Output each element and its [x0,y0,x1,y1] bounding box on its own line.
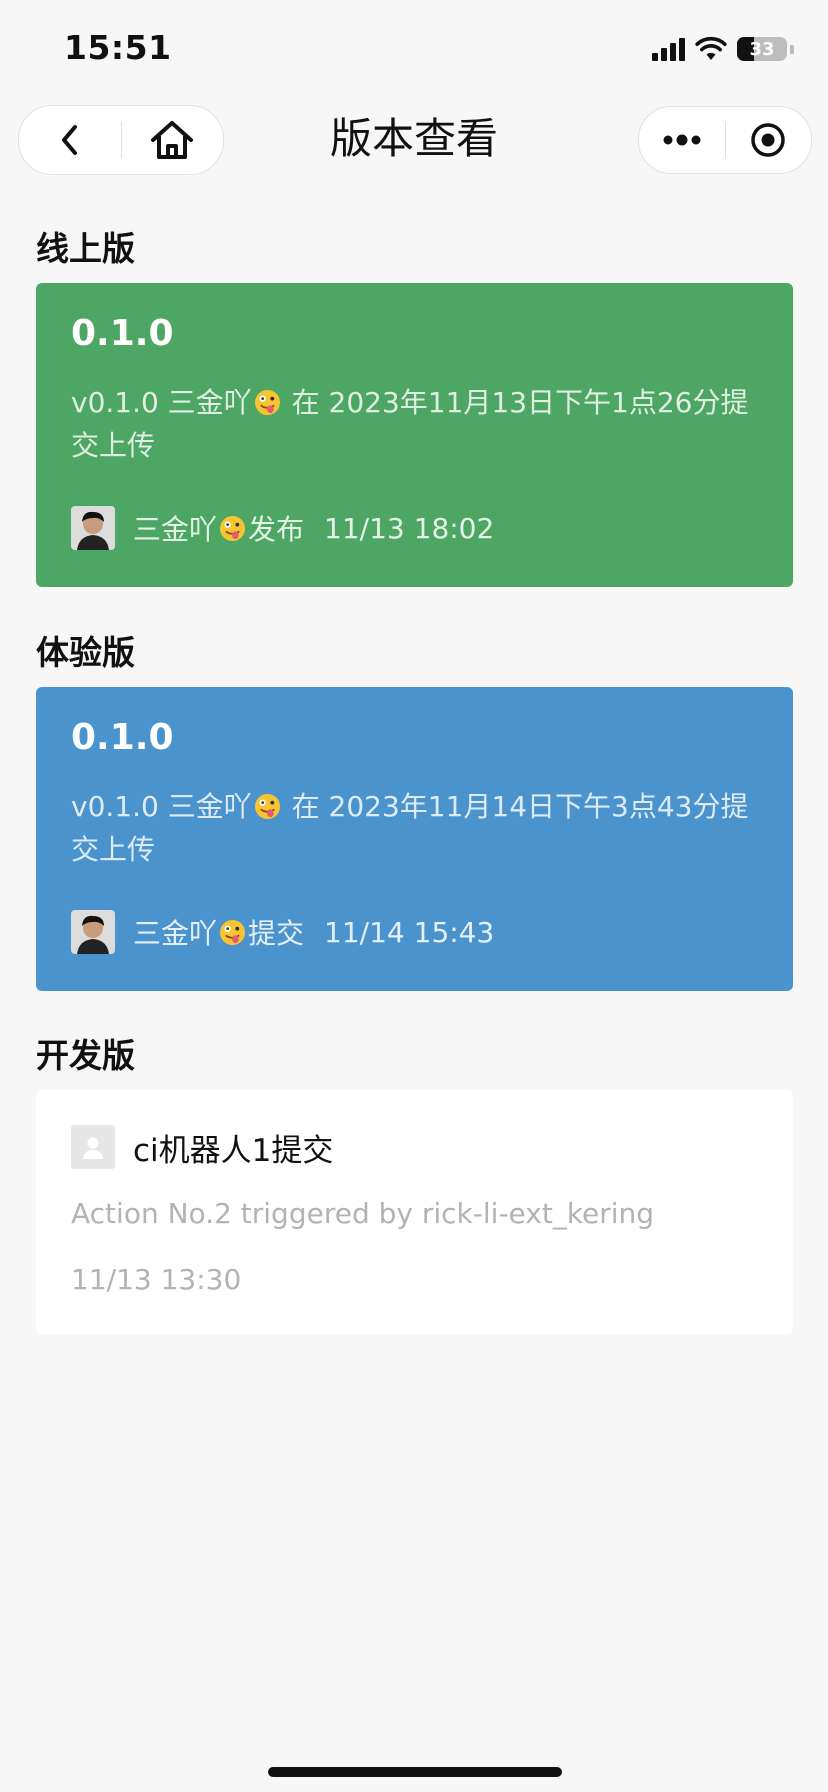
dev-version-name: ci机器人1提交 [133,1132,334,1169]
nav-capsule-right [638,106,812,174]
trial-version-number: 0.1.0 [71,717,174,758]
close-target-icon [751,123,785,157]
battery-level: 33 [749,38,775,60]
signal-icon [652,37,685,61]
online-version-number: 0.1.0 [71,313,174,354]
online-footer-time: 11/13 18:02 [324,511,495,545]
online-footer-user: 三金吖 [133,513,218,546]
avatar [71,506,115,550]
trial-footer-user: 三金吖 [133,917,218,950]
trial-version-card[interactable]: 0.1.0 v0.1.0 三金吖 在 2023年11月14日下午3点43分提交上… [36,687,793,991]
trial-version-desc: v0.1.0 三金吖 在 2023年11月14日下午3点43分提交上传 [71,785,761,871]
battery-icon: 33 [737,37,787,61]
tongue-emoji-icon [219,515,246,541]
close-miniprogram-button[interactable] [726,107,812,173]
dev-version-action: Action No.2 triggered by rick-li-ext_ker… [71,1197,655,1230]
status-time: 15:51 [64,28,172,67]
trial-version-footer: 三金吖 提交 11/14 15:43 [71,909,494,955]
wifi-icon [695,36,727,60]
more-icon [663,134,701,146]
online-footer-action: 发布 [248,513,305,546]
online-desc-prefix: v0.1.0 三金吖 [71,386,252,419]
trial-desc-prefix: v0.1.0 三金吖 [71,790,252,823]
home-indicator [268,1767,562,1777]
more-button[interactable] [639,107,725,173]
section-title-trial: 体验版 [36,633,135,672]
tongue-emoji-icon [254,793,280,820]
online-version-card[interactable]: 0.1.0 v0.1.0 三金吖 在 2023年11月13日下午1点26分提交上… [36,283,793,587]
user-placeholder-icon [71,1125,115,1169]
dev-version-header: ci机器人1提交 [71,1125,333,1169]
trial-footer-action: 提交 [248,917,305,950]
tongue-emoji-icon [219,919,246,945]
status-icons: 33 [652,34,794,64]
section-title-online: 线上版 [36,229,135,268]
dev-version-card[interactable]: ci机器人1提交 Action No.2 triggered by rick-l… [36,1090,793,1334]
tongue-emoji-icon [254,389,280,416]
trial-footer-time: 11/14 15:43 [324,915,495,949]
section-title-dev: 开发版 [36,1036,135,1075]
online-version-desc: v0.1.0 三金吖 在 2023年11月13日下午1点26分提交上传 [71,381,761,467]
dev-version-time: 11/13 13:30 [71,1263,242,1296]
avatar [71,910,115,954]
online-version-footer: 三金吖 发布 11/13 18:02 [71,505,494,551]
